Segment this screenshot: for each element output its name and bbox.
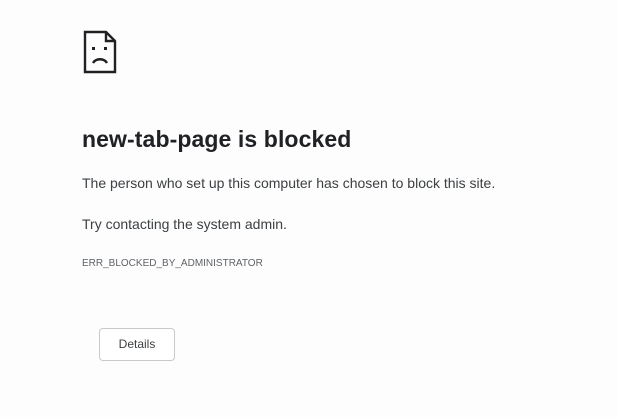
blocked-page: new-tab-page is blocked The person who s…: [0, 0, 617, 417]
blocked-message: The person who set up this computer has …: [82, 175, 496, 191]
contact-admin-message: Try contacting the system admin.: [82, 216, 287, 232]
page-title: new-tab-page is blocked: [82, 126, 352, 152]
details-button[interactable]: Details: [99, 328, 175, 361]
error-code: ERR_BLOCKED_BY_ADMINISTRATOR: [82, 258, 263, 269]
sad-page-icon: [82, 30, 118, 74]
